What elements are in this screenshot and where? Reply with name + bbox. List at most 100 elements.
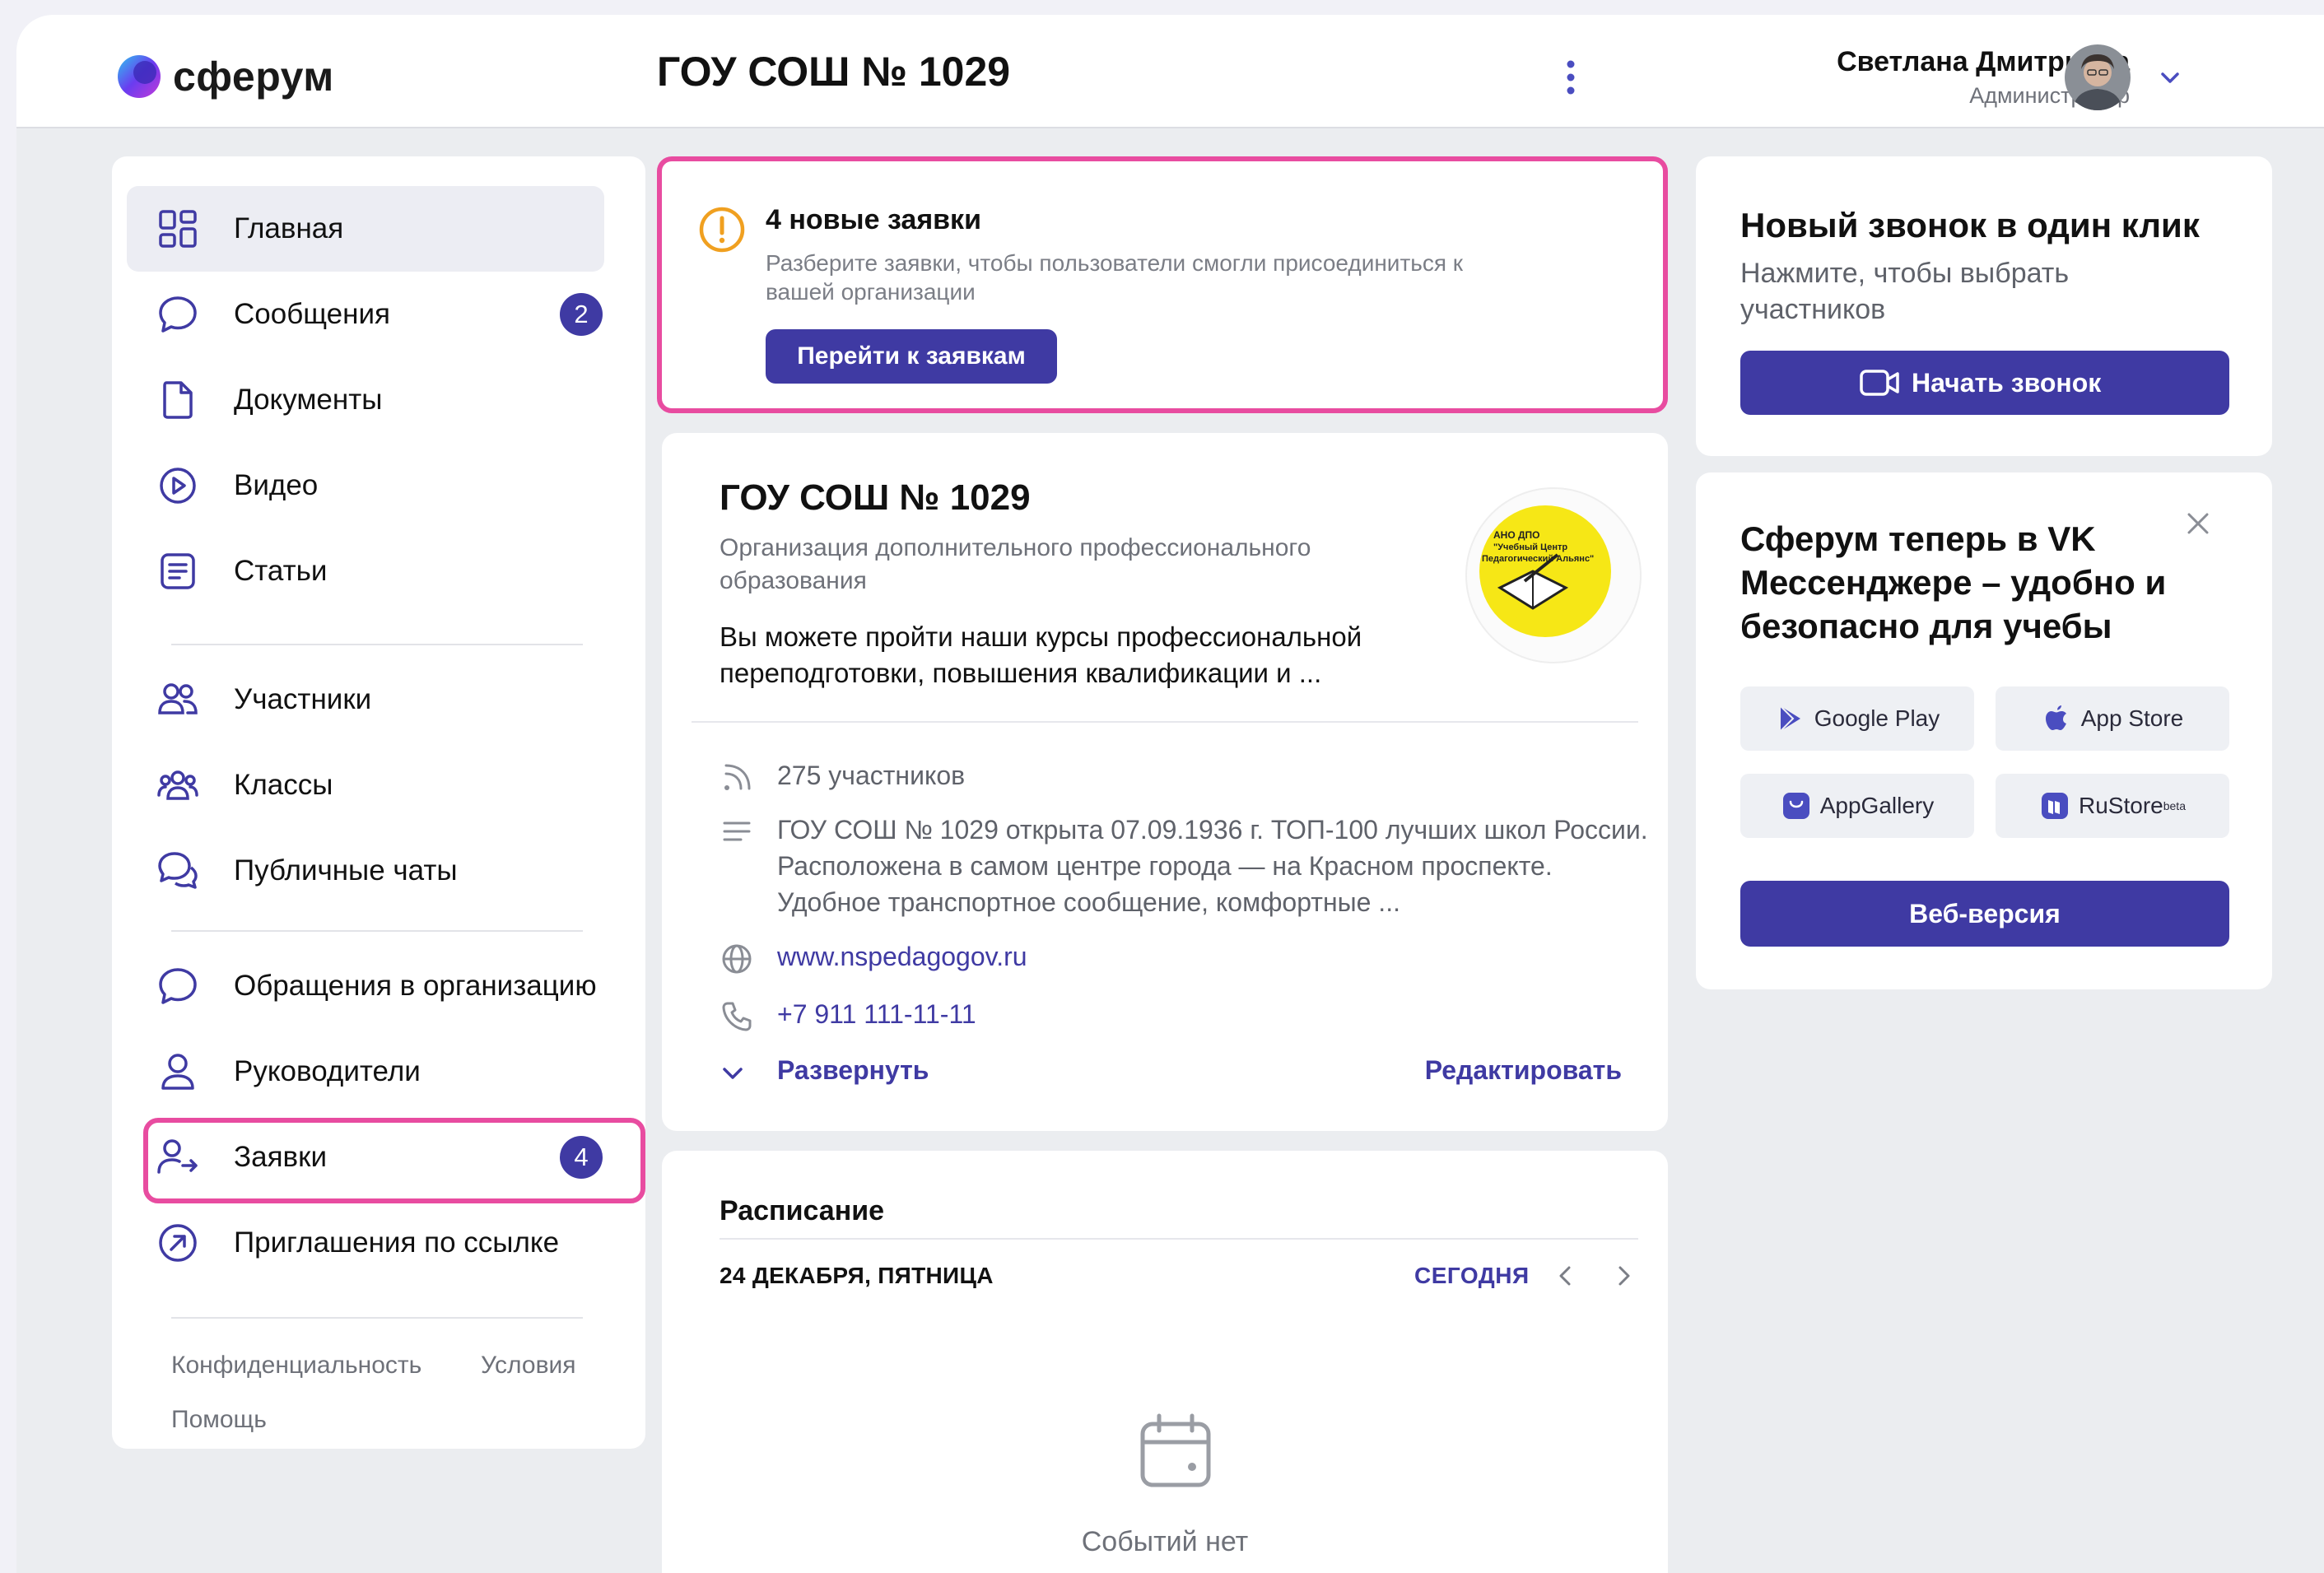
start-call-label: Начать звонок <box>1912 368 2102 398</box>
apple-icon <box>2045 705 2066 730</box>
chats-icon <box>158 852 198 889</box>
rss-icon <box>724 764 751 790</box>
sidebar-item-managers[interactable]: Руководители <box>127 1029 604 1115</box>
schedule-date: 24 ДЕКАБРЯ, ПЯТНИЦА <box>720 1263 994 1288</box>
divider <box>171 644 583 645</box>
more-menu-icon[interactable] <box>1564 56 1577 99</box>
sidebar-item-documents[interactable]: Документы <box>127 357 604 443</box>
no-events-text: Событий нет <box>1081 1526 1249 1557</box>
warning-icon <box>699 207 745 253</box>
privacy-link[interactable]: Конфиденциальность <box>171 1352 421 1380</box>
help-link[interactable]: Помощь <box>171 1406 267 1434</box>
close-icon[interactable] <box>2183 509 2213 538</box>
rustore-button[interactable]: RuStore beta <box>1996 774 2229 838</box>
call-title: Новый звонок в один клик <box>1740 206 2200 244</box>
text-lines-icon <box>723 821 751 841</box>
appgallery-icon <box>1782 793 1809 819</box>
play-circle-icon <box>160 468 196 504</box>
globe-icon <box>722 944 752 974</box>
sidebar: Главная Сообщения 2 Документы Видео Стат… <box>112 156 645 1449</box>
logo[interactable]: сферум <box>117 53 334 100</box>
avatar[interactable] <box>2065 44 2131 110</box>
web-version-button[interactable]: Веб-версия <box>1740 881 2229 947</box>
org-logo-text: АНО ДПО <box>1493 529 1540 541</box>
today-button[interactable]: СЕГОДНЯ <box>1414 1263 1530 1289</box>
document-icon <box>163 381 193 419</box>
divider <box>692 721 1638 723</box>
requests-title: 4 новые заявки <box>766 204 981 235</box>
call-subtitle: Нажмите, чтобы выбрать участников <box>1740 258 2070 325</box>
chat-bubble-icon <box>159 968 197 1004</box>
page-title: ГОУ СОШ № 1029 <box>657 49 1011 95</box>
sidebar-item-label: Видео <box>234 469 319 501</box>
highlight-frame <box>143 1118 645 1203</box>
org-about: ГОУ СОШ № 1029 открыта 07.09.1936 г. ТОП… <box>777 815 1648 917</box>
appgallery-label: AppGallery <box>1819 793 1935 818</box>
google-play-icon <box>1780 705 1800 732</box>
link-arrow-icon <box>159 1224 197 1262</box>
chevron-down-icon[interactable] <box>2157 64 2183 91</box>
start-call-button[interactable]: Начать звонок <box>1740 351 2229 415</box>
video-camera-icon <box>1860 370 1899 396</box>
chevron-down-icon <box>723 1068 743 1079</box>
edit-button[interactable]: Редактировать <box>1425 1055 1622 1086</box>
unread-badge: 2 <box>560 293 603 336</box>
sidebar-item-label: Участники <box>234 683 372 715</box>
sidebar-item-label: Сообщения <box>234 298 390 330</box>
sidebar-item-public-chats[interactable]: Публичные чаты <box>127 828 604 914</box>
sidebar-item-articles[interactable]: Статьи <box>127 528 604 614</box>
top-bar: сферум ГОУ СОШ № 1029 Светлана Дмитриева… <box>16 15 2324 128</box>
organization-card: ГОУ СОШ № 1029 Организация дополнительно… <box>662 433 1668 1131</box>
calendar-icon <box>1140 1413 1211 1487</box>
schedule-card: Расписание 24 ДЕКАБРЯ, ПЯТНИЦА СЕГОДНЯ С… <box>662 1151 1668 1573</box>
org-logo: АНО ДПО "Учебный Центр Педагогический Ал… <box>1465 487 1642 663</box>
sidebar-item-home[interactable]: Главная <box>127 186 604 272</box>
sidebar-item-invite-links[interactable]: Приглашения по ссылке <box>127 1200 604 1286</box>
org-type: Организация дополнительного профессионал… <box>720 534 1311 594</box>
requests-subtitle: Разберите заявки, чтобы пользователи смо… <box>766 250 1464 305</box>
rustore-label: RuStore <box>2079 793 2163 818</box>
members-count: 275 участников <box>777 761 966 790</box>
divider <box>171 930 583 932</box>
go-to-requests-button[interactable]: Перейти к заявкам <box>766 329 1057 384</box>
app-store-label: App Store <box>2080 705 2184 731</box>
phone-link[interactable]: +7 911 111-11-11 <box>777 996 1650 1032</box>
org-logo-text: Педагогический Альянс" <box>1482 554 1594 564</box>
person-icon <box>161 1054 194 1090</box>
chevron-left-icon[interactable] <box>1551 1261 1581 1291</box>
users-icon <box>158 683 198 714</box>
sidebar-item-label: Классы <box>234 769 333 801</box>
sidebar-item-label: Публичные чаты <box>234 854 458 887</box>
divider <box>720 1238 1638 1240</box>
phone-icon <box>722 1002 752 1031</box>
app-store-button[interactable]: App Store <box>1996 686 2229 751</box>
sidebar-item-label: Приглашения по ссылке <box>234 1226 560 1259</box>
sidebar-item-appeals[interactable]: Обращения в организацию <box>127 943 604 1029</box>
google-play-label: Google Play <box>1814 705 1940 731</box>
sidebar-item-label: Документы <box>234 384 383 416</box>
grid-icon <box>159 210 197 248</box>
promo-title: Сферум теперь в VK Мессенджере – удобно … <box>1740 519 2167 645</box>
expand-label: Развернуть <box>777 1055 929 1085</box>
org-description: Вы можете пройти наши курсы профессионал… <box>720 621 1362 688</box>
new-requests-card: 4 новые заявки Разберите заявки, чтобы п… <box>657 156 1668 413</box>
sidebar-item-video[interactable]: Видео <box>127 443 604 528</box>
rustore-icon <box>2042 793 2069 819</box>
sidebar-item-label: Руководители <box>234 1055 421 1087</box>
brand-name: сферум <box>173 54 334 100</box>
sidebar-item-classes[interactable]: Классы <box>127 742 604 828</box>
new-call-card: Новый звонок в один клик Нажмите, чтобы … <box>1696 156 2272 456</box>
schedule-title: Расписание <box>720 1195 885 1226</box>
appgallery-button[interactable]: AppGallery <box>1740 774 1974 838</box>
chat-bubble-icon <box>159 296 197 333</box>
sidebar-item-messages[interactable]: Сообщения 2 <box>127 272 604 357</box>
org-logo-image: АНО ДПО "Учебный Центр Педагогический Ал… <box>1479 505 1611 637</box>
sidebar-item-label: Статьи <box>234 555 328 587</box>
website-link[interactable]: www.nspedagogov.ru <box>777 938 1650 975</box>
beta-tag: beta <box>2163 799 2186 812</box>
terms-link[interactable]: Условия <box>481 1352 576 1380</box>
sidebar-item-label: Главная <box>234 212 344 244</box>
google-play-button[interactable]: Google Play <box>1740 686 1974 751</box>
chevron-right-icon[interactable] <box>1609 1261 1638 1291</box>
sidebar-item-members[interactable]: Участники <box>127 657 604 742</box>
